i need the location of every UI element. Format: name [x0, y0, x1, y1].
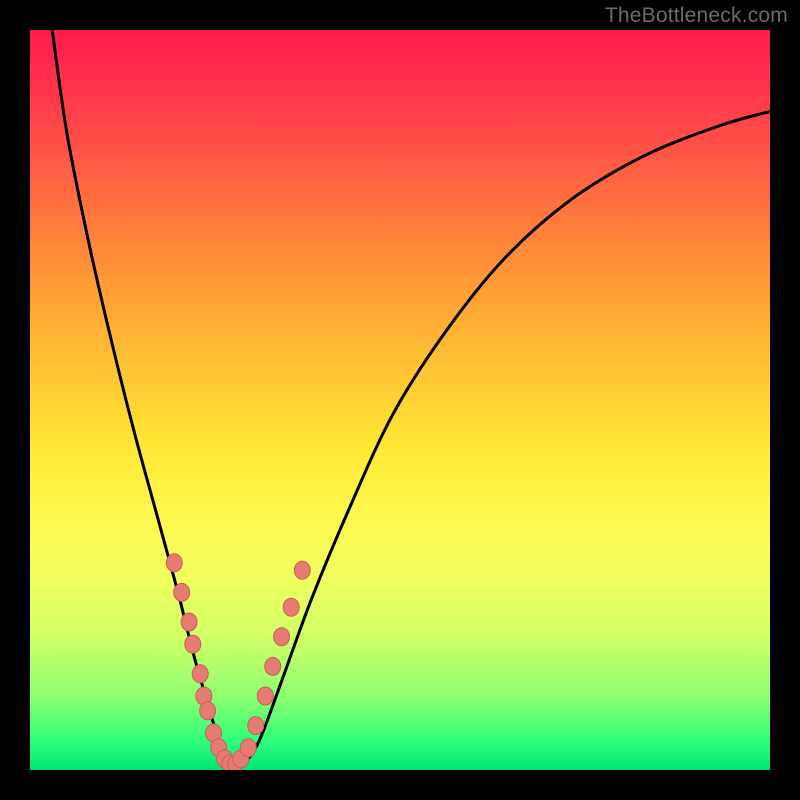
curve-marker	[181, 613, 197, 631]
curve-marker	[166, 554, 182, 572]
curve-marker	[192, 665, 208, 683]
bottleneck-curve	[52, 30, 770, 766]
curve-marker	[265, 657, 281, 675]
curve-marker	[248, 717, 264, 735]
curve-marker	[200, 702, 216, 720]
curve-marker	[240, 739, 256, 757]
plot-area	[30, 30, 770, 770]
curve-marker	[174, 583, 190, 601]
chart-svg	[30, 30, 770, 770]
curve-marker	[283, 598, 299, 616]
curve-marker	[274, 628, 290, 646]
watermark-text: TheBottleneck.com	[605, 4, 788, 28]
outer-frame: TheBottleneck.com	[0, 0, 800, 800]
curve-marker	[257, 687, 273, 705]
curve-marker	[294, 561, 310, 579]
curve-marker	[185, 635, 201, 653]
